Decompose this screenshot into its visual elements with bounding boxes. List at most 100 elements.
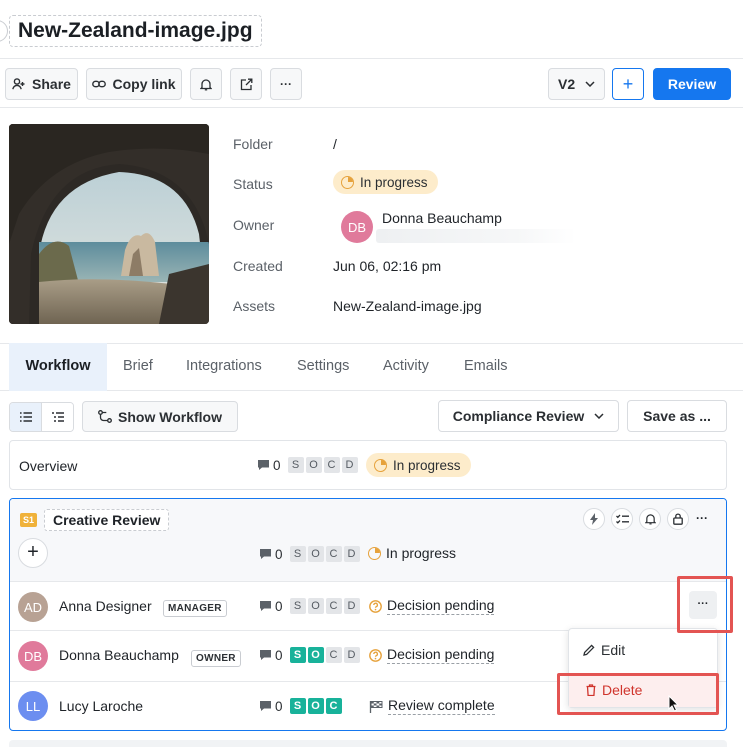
reviewer-count: 0 — [275, 598, 283, 614]
link-icon — [92, 80, 107, 88]
notifications-button[interactable] — [190, 68, 222, 100]
version-label: V2 — [558, 76, 576, 92]
role-badge: OWNER — [191, 650, 241, 667]
share-button[interactable]: Share — [5, 68, 78, 100]
edit-label: Edit — [601, 642, 626, 658]
clock-icon — [368, 546, 381, 560]
cave-image — [9, 124, 209, 324]
owner-name: Donna Beauchamp — [382, 210, 502, 226]
add-version-button[interactable]: + — [612, 68, 644, 100]
chip-c: C — [323, 457, 340, 473]
lightning-icon — [590, 513, 598, 525]
overview-row[interactable]: Overview 0 SOCD In progress — [9, 440, 727, 490]
reviewer-avatar: LL — [18, 691, 48, 721]
folder-value[interactable]: / — [333, 136, 337, 152]
pencil-icon — [583, 644, 595, 656]
comment-icon — [260, 650, 271, 660]
list-view-button[interactable] — [10, 403, 42, 431]
checklist-icon — [615, 514, 629, 524]
chip-s: S — [287, 457, 304, 473]
highlight-more-button — [677, 576, 733, 633]
chip-o: O — [307, 647, 324, 663]
reviewer-count: 0 — [275, 698, 283, 714]
chip-c: C — [325, 598, 342, 614]
stage-name[interactable]: Creative Review — [44, 509, 170, 531]
lock-icon — [673, 513, 683, 525]
chip-s: S — [289, 698, 306, 714]
save-as-button[interactable]: Save as ... — [627, 400, 727, 432]
share-user-icon — [12, 78, 25, 90]
stage-lock-button[interactable] — [667, 508, 689, 530]
asset-title[interactable]: New-Zealand-image.jpg — [9, 15, 262, 47]
tab-workflow[interactable]: Workflow — [9, 343, 107, 391]
list-icon — [19, 412, 32, 422]
tab-emails[interactable]: Emails — [448, 343, 524, 391]
version-select[interactable]: V2 — [548, 68, 605, 100]
assets-value[interactable]: New-Zealand-image.jpg — [333, 298, 482, 314]
chip-d: D — [343, 546, 360, 562]
chip-s: S — [289, 647, 306, 663]
more-button[interactable]: ··· — [270, 68, 302, 100]
review-label: Review — [667, 76, 717, 92]
add-reviewer-button[interactable]: + — [18, 538, 48, 568]
decision-label: Decision pending — [387, 646, 495, 664]
created-value: Jun 06, 02:16 pm — [333, 258, 442, 274]
chip-o: O — [305, 457, 322, 473]
show-workflow-label: Show Workflow — [118, 408, 222, 425]
bell-icon — [644, 514, 656, 525]
reviewer-decision[interactable]: Decision pending — [369, 597, 495, 615]
question-circle-icon — [369, 599, 382, 613]
mouse-cursor-icon — [668, 695, 680, 712]
reviewer-decision[interactable]: Decision pending — [369, 646, 495, 664]
tab-activity[interactable]: Activity — [367, 343, 445, 391]
chip-c: C — [325, 546, 342, 562]
checkered-flag-icon — [369, 700, 383, 713]
status-label: Status — [233, 176, 273, 192]
reviewer-avatar: DB — [18, 641, 48, 671]
workflow-template-select[interactable]: Compliance Review — [438, 400, 619, 432]
export-icon — [240, 78, 252, 90]
overview-status[interactable]: In progress — [366, 453, 471, 477]
chip-c: C — [325, 698, 342, 714]
chip-o: O — [307, 546, 324, 562]
copy-link-label: Copy link — [112, 76, 176, 92]
tab-brief[interactable]: Brief — [107, 343, 169, 391]
tree-list-icon — [51, 412, 64, 422]
show-workflow-button[interactable]: Show Workflow — [82, 401, 238, 432]
clock-icon — [374, 458, 387, 472]
review-button[interactable]: Review — [653, 68, 731, 100]
stage-notifications-button[interactable] — [639, 508, 661, 530]
tab-integrations[interactable]: Integrations — [170, 343, 278, 391]
copy-link-button[interactable]: Copy link — [86, 68, 182, 100]
chevron-down-icon — [594, 413, 604, 419]
chip-d: D — [343, 598, 360, 614]
stage-counters: 0 SOCD — [259, 546, 360, 563]
checklist-button[interactable] — [611, 508, 633, 530]
status-pill[interactable]: In progress — [333, 170, 438, 194]
overview-status-label: In progress — [393, 457, 461, 473]
owner-label: Owner — [233, 217, 275, 233]
template-label: Compliance Review — [452, 408, 585, 424]
tab-settings[interactable]: Settings — [281, 343, 365, 391]
export-button[interactable] — [230, 68, 262, 100]
chip-d: D — [343, 647, 360, 663]
reviewer-role: MANAGER — [163, 598, 227, 617]
owner-avatar: DB — [341, 211, 373, 243]
bell-icon — [200, 78, 212, 90]
automation-button[interactable] — [583, 508, 605, 530]
comment-icon — [260, 549, 271, 559]
stage-more-button[interactable]: ··· — [696, 511, 708, 525]
stage-status[interactable]: In progress — [368, 545, 456, 561]
chip-o: O — [307, 698, 324, 714]
comment-icon — [260, 601, 271, 611]
menu-edit[interactable]: Edit — [583, 642, 625, 658]
chip-s: S — [289, 598, 306, 614]
reviewer-row[interactable]: AD Anna Designer MANAGER 0 SOCD Decision… — [10, 582, 726, 630]
tree-view-button[interactable] — [42, 403, 73, 431]
folder-label: Folder — [233, 136, 273, 152]
chip-s: S — [289, 546, 306, 562]
more-label: ··· — [280, 77, 292, 91]
asset-thumbnail[interactable] — [9, 124, 209, 324]
back-button[interactable] — [0, 20, 8, 42]
reviewer-decision[interactable]: Review complete — [369, 697, 495, 715]
